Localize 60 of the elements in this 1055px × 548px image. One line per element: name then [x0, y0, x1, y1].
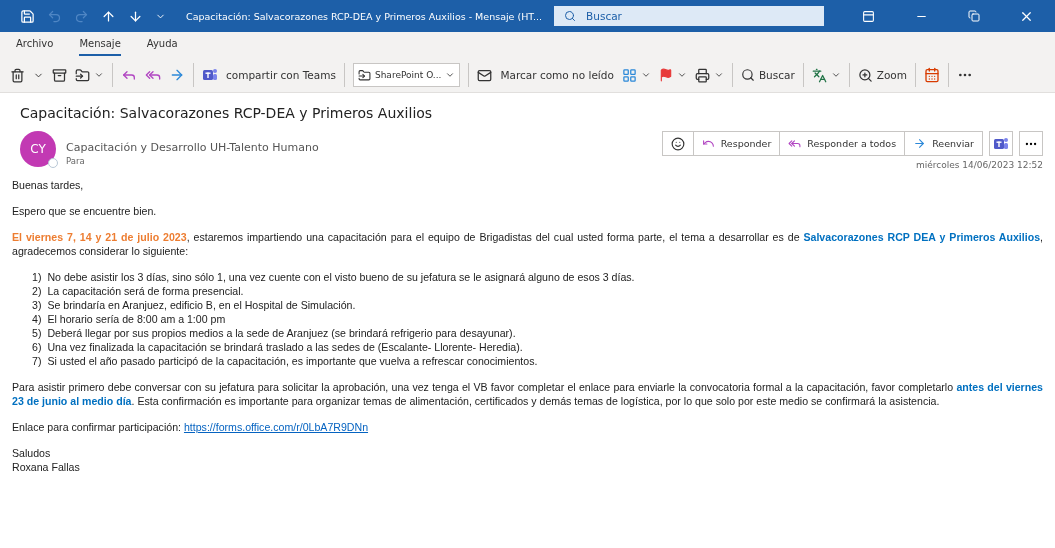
forward-icon [913, 137, 927, 150]
delete-icon[interactable] [10, 67, 25, 83]
list-number: 5) [32, 326, 42, 340]
list-number: 2) [32, 284, 42, 298]
list-item-text: El horario sería de 8:00 am a 1:00 pm [47, 312, 226, 326]
zoom-button[interactable]: Zoom [857, 67, 907, 83]
sender-avatar: CY [20, 131, 56, 167]
ribbon-tab[interactable]: Mensaje [79, 38, 121, 56]
list-item-text: No debe asistir los 3 días, sino sólo 1, una vez cuente con el visto bueno de su jefatura se le asignará alguno de esos 3 días. [47, 270, 635, 284]
list-item-text: La capacitación será de forma presencial. [47, 284, 244, 298]
teams-icon [993, 135, 1009, 152]
teams-button[interactable] [989, 131, 1013, 156]
list-number: 1) [32, 270, 42, 284]
list-number: 3) [32, 298, 42, 312]
calendar-icon[interactable] [924, 67, 940, 83]
window-title: Capacitación: Salvacorazones RCP-DEA y Primeros Auxilios - Mensaje (HT... [186, 10, 543, 22]
reply-icon [701, 137, 715, 150]
mark-unread-button[interactable]: Marcar como no leído [500, 69, 614, 81]
smiley-icon [670, 136, 685, 151]
move-icon[interactable] [75, 67, 104, 83]
folder-icon [357, 68, 371, 82]
body-paragraph: Para asistir primero debe conversar con su jefatura para solicitar la aprobación, una vez tenga el VB favor completar el enlace para enviarle la convocatoria formal a la capacitación, favor completarlo antes del viernes 23 de junio al medio día. Esta confirmación es importante para organizar temas de alimentación, certificados y demás temas de logística, por lo que solo por este medio se confirmará la asistencia. [12, 380, 1043, 408]
list-number: 7) [32, 354, 42, 368]
link-label: Enlace para confirmar participación: [12, 421, 181, 433]
caret-icon [445, 70, 456, 80]
translate-icon[interactable] [811, 67, 841, 83]
message-date: miércoles 14/06/2023 12:52 [915, 160, 1043, 170]
intro-text: Espero que se encuentre bien. [12, 204, 158, 218]
message-subject: Capacitación: Salvacorazones RCP-DEA y Primeros Auxilios [19, 104, 434, 123]
sender-name: Capacitación y Desarrollo UH-Talento Humano [66, 141, 319, 154]
save-icon[interactable] [20, 8, 35, 24]
list-number: 4) [32, 312, 42, 326]
search-icon [564, 10, 577, 22]
search-field[interactable]: Buscar [554, 6, 825, 26]
to-label: Para [66, 156, 86, 166]
greeting: Buenas tardes, [12, 178, 85, 192]
presence-icon [48, 158, 58, 168]
archive-icon[interactable] [52, 67, 67, 83]
form-link[interactable]: https://forms.office.com/r/0LbA7R9DNn [183, 421, 369, 433]
body-paragraph: El viernes 7, 14 y 21 de julio 2023, estaremos impartiendo una capacitación para el equipo de Brigadistas del cual usted forma parte, el tema a desarrollar es de Salvacorazones RCP DEA y Primeros Auxilios, agradecemos considerar lo siguiente: [12, 230, 1043, 258]
signature: Roxana Fallas [12, 460, 81, 474]
teams-icon[interactable] [202, 67, 218, 83]
list-number: 6) [32, 340, 42, 354]
zoom-icon [857, 67, 873, 83]
forward-icon[interactable] [169, 67, 185, 83]
flag-icon[interactable] [658, 68, 687, 82]
sharepoint-dropdown[interactable]: SharePoint O... [352, 63, 461, 87]
reply-all-icon [788, 137, 802, 150]
mail-icon[interactable] [477, 67, 493, 83]
share-teams-button[interactable]: compartir con Teams [226, 69, 336, 81]
ribbon-tab[interactable]: Ayuda [146, 38, 178, 56]
closing: Saludos [12, 446, 52, 460]
categorize-icon[interactable] [621, 67, 651, 83]
ribbon-tab[interactable]: Archivo [16, 38, 54, 56]
list-item-text: Una vez finalizada la capacitación se brindará traslado a las sedes de (Escalante- Llorente- Heredia). [47, 340, 523, 354]
list-item-text: Si usted el año pasado participó de la capacitación, es importante que vuelva a refrescar conocimientos. [47, 354, 538, 368]
list-item-text: Deberá llegar por sus propios medios a la sede de Aranjuez (se brindará refrigerio para desayunar). [47, 326, 516, 340]
list-item-text: Se brindaría en Aranjuez, edificio B, en el Hospital de Simulación. [47, 298, 356, 312]
search-button[interactable]: Buscar [740, 68, 795, 82]
search-icon [740, 68, 755, 82]
